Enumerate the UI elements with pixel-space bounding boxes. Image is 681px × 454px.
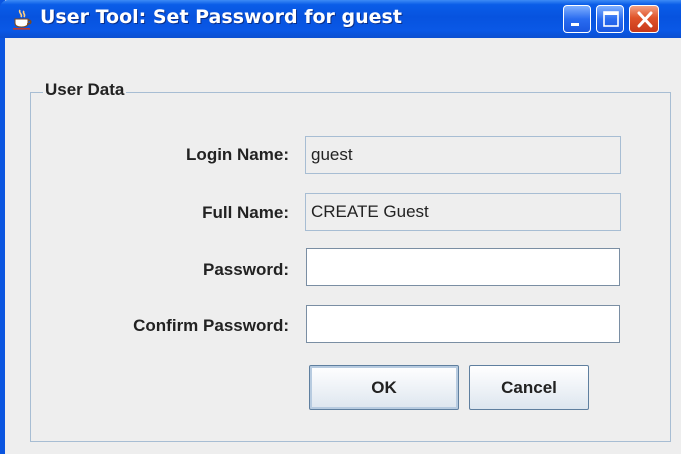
dialog-window: User Tool: Set Password for guest User D… [0, 0, 681, 454]
full-name-field: CREATE Guest [305, 193, 621, 231]
close-button[interactable] [629, 5, 659, 33]
maximize-button[interactable] [596, 5, 624, 33]
maximize-icon [603, 11, 619, 27]
password-label: Password: [203, 260, 289, 279]
group-title: User Data [43, 80, 127, 100]
confirm-password-label: Confirm Password: [133, 316, 289, 335]
window-title: User Tool: Set Password for guest [40, 6, 402, 28]
close-icon [637, 11, 653, 28]
cancel-button[interactable]: Cancel [469, 365, 589, 410]
title-bar[interactable]: User Tool: Set Password for guest [0, 0, 681, 38]
minimize-button[interactable] [563, 5, 591, 33]
minimize-icon [571, 23, 579, 26]
confirm-password-input[interactable] [306, 305, 620, 343]
login-name-label: Login Name: [186, 145, 289, 164]
ok-button[interactable]: OK [309, 365, 459, 410]
password-input[interactable] [306, 248, 620, 286]
login-name-field: guest [305, 136, 621, 174]
full-name-label: Full Name: [202, 203, 289, 222]
java-cup-icon [11, 8, 33, 30]
